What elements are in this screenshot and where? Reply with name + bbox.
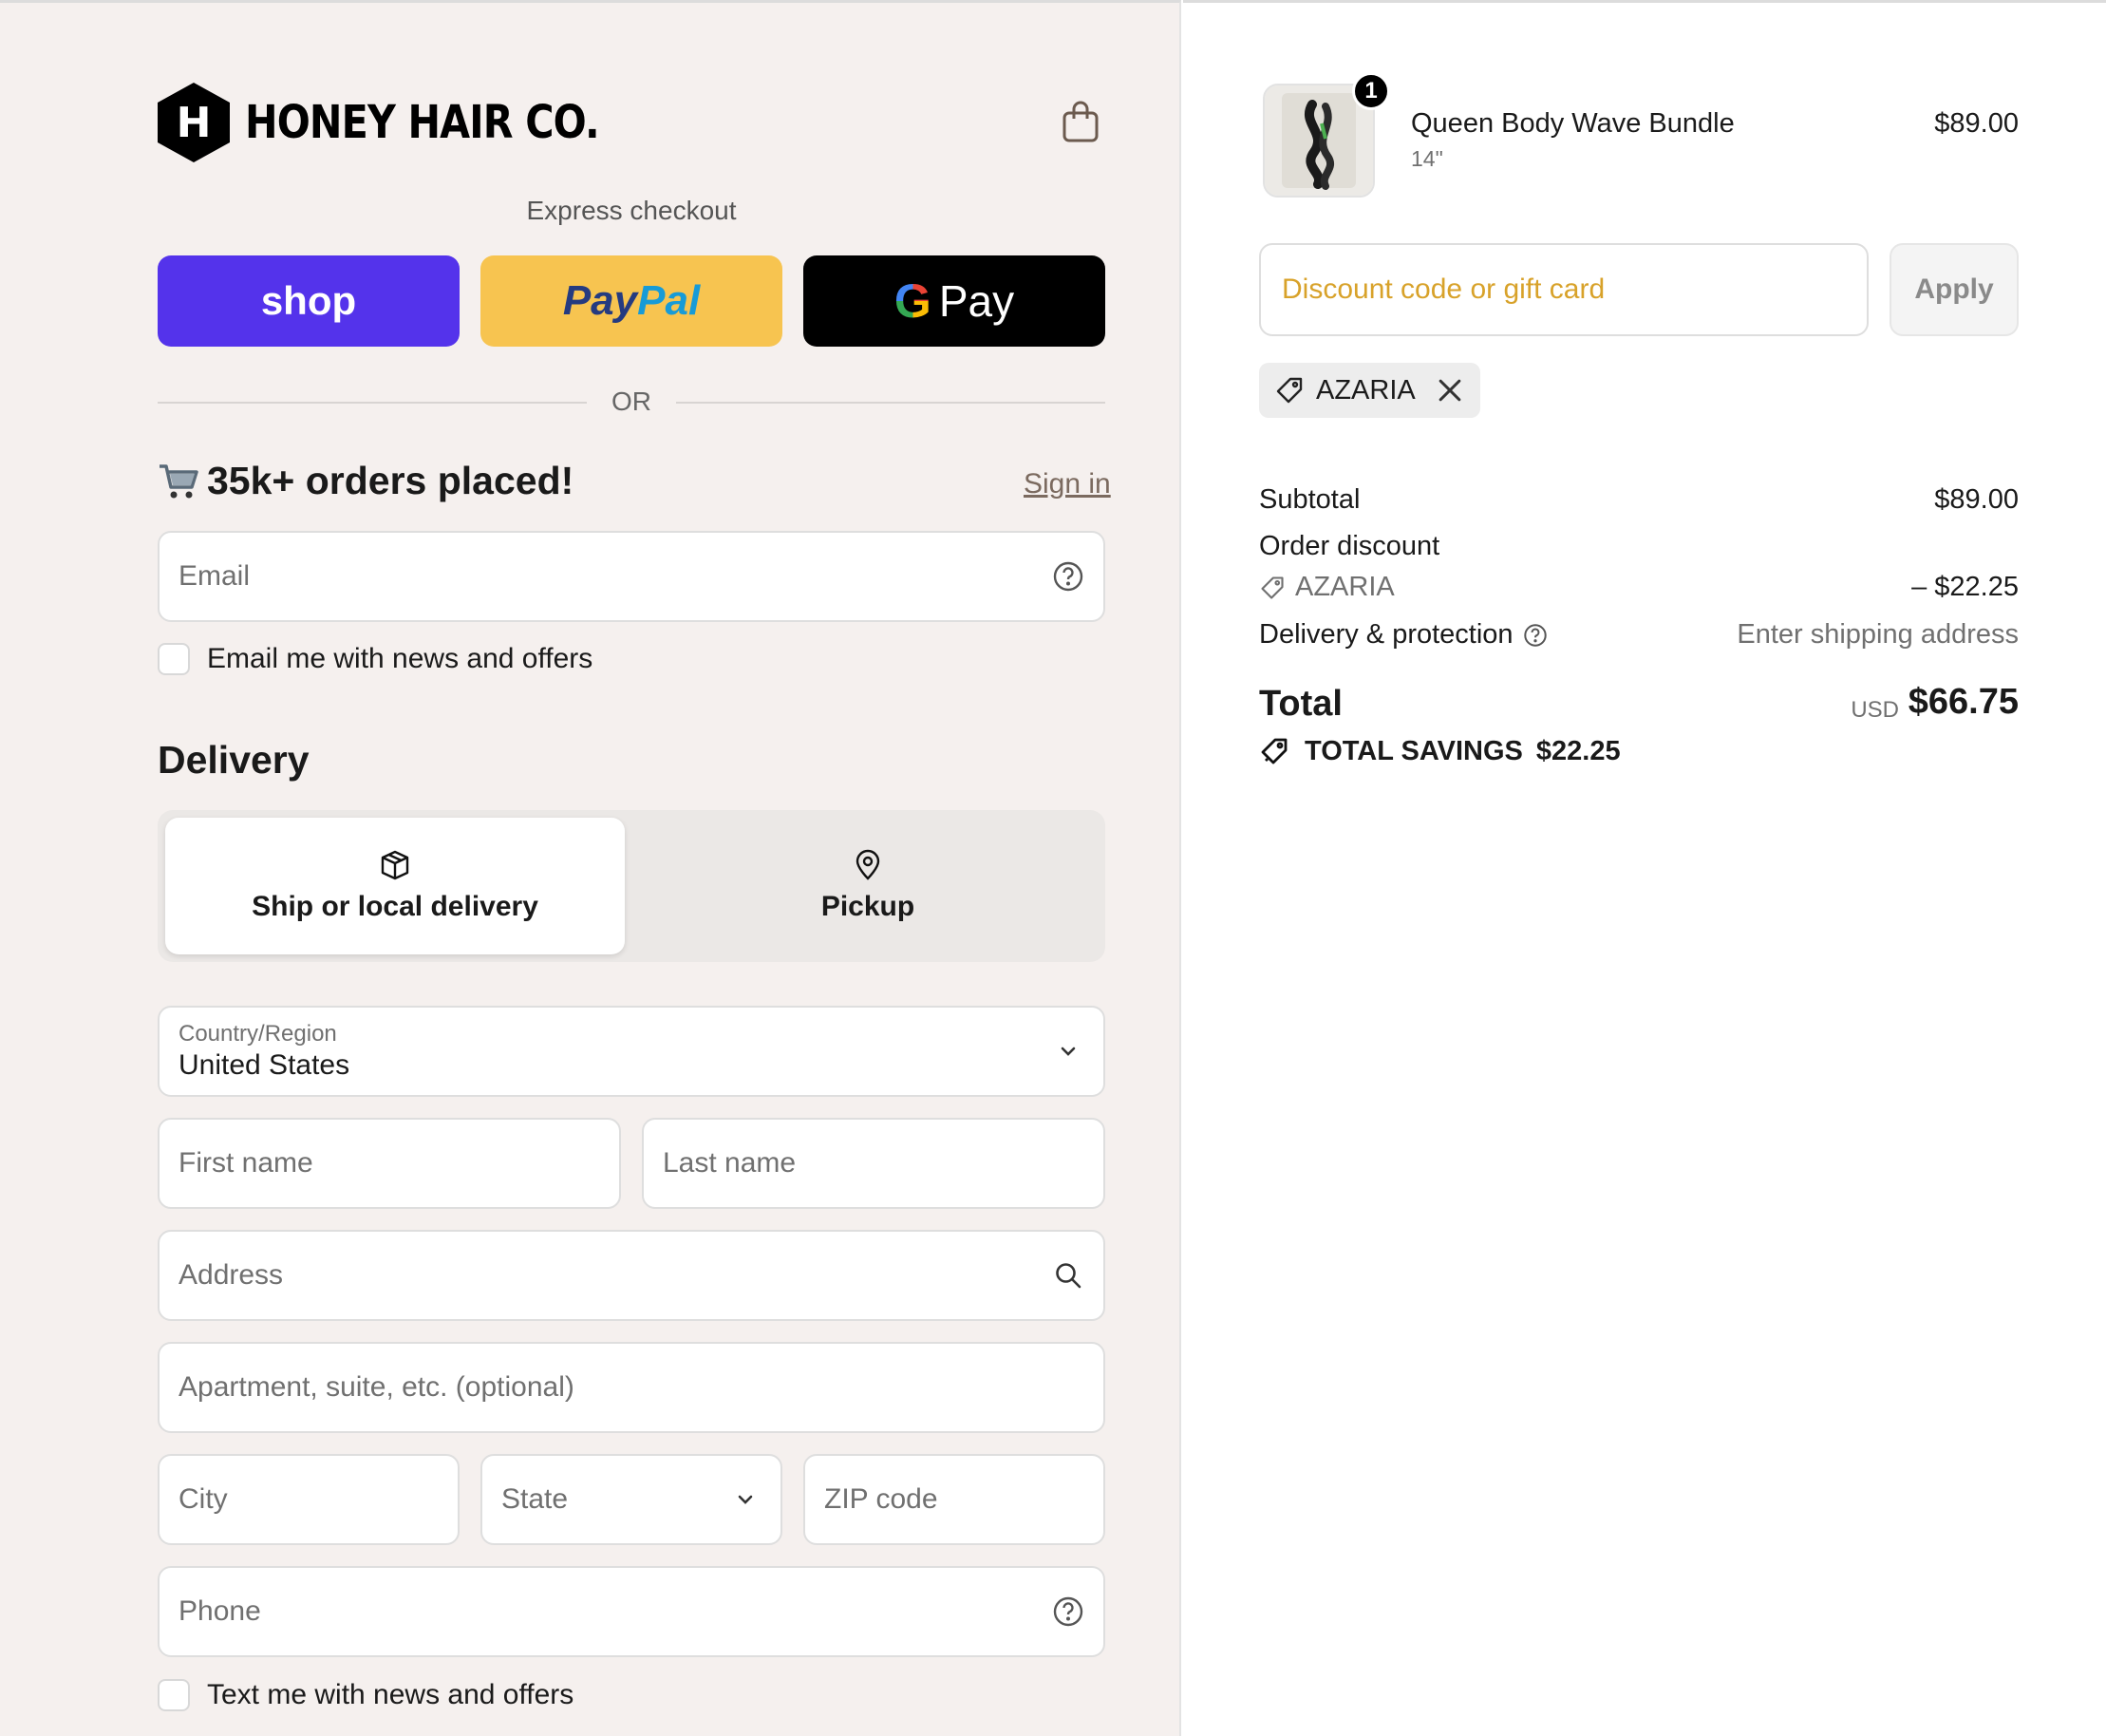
email-optin-checkbox[interactable] (158, 643, 190, 675)
chevron-down-icon (1061, 1047, 1076, 1056)
sms-optin-row[interactable]: Text me with news and offers (158, 1679, 574, 1711)
sign-in-link[interactable]: Sign in (1024, 468, 1111, 500)
total-savings-row: TOTAL SAVINGS $22.25 (1259, 735, 1621, 767)
delivery-value: Enter shipping address (1737, 619, 2019, 650)
email-optin-row[interactable]: Email me with news and offers (158, 643, 592, 675)
logo-hexagon: H (158, 83, 230, 162)
address-field[interactable]: Address (158, 1230, 1105, 1321)
apply-discount-button[interactable]: Apply (1890, 243, 2019, 336)
product-variant: 14" (1411, 146, 1443, 171)
or-divider-left (158, 402, 587, 404)
sms-optin-checkbox[interactable] (158, 1679, 190, 1711)
first-name-field[interactable]: First name (158, 1118, 621, 1209)
subtotal-value: $89.00 (1934, 484, 2019, 515)
checkout-form-panel: H HONEY HAIR CO. Express checkout shop P… (0, 0, 1181, 1736)
delivery-heading: Delivery (158, 738, 310, 782)
state-select[interactable]: State (480, 1454, 782, 1545)
product-price: $89.00 (1934, 108, 2019, 139)
help-circle-icon[interactable] (1052, 1595, 1084, 1628)
delivery-method-toggle: Ship or local delivery Pickup (158, 810, 1105, 962)
apartment-field[interactable]: Apartment, suite, etc. (optional) (158, 1342, 1105, 1433)
discount-code-input[interactable]: Discount code or gift card (1259, 243, 1869, 336)
tag-icon (1261, 738, 1288, 764)
zip-code-field[interactable]: ZIP code (803, 1454, 1105, 1545)
ship-option[interactable]: Ship or local delivery (165, 818, 625, 954)
applied-discount-chip: AZARIA (1259, 363, 1480, 418)
country-select[interactable]: Country/Region United States (158, 1006, 1105, 1097)
tag-icon (1276, 377, 1303, 404)
contact-heading: 35k+ orders placed! (158, 459, 574, 503)
or-divider-right (676, 402, 1105, 404)
email-field[interactable]: Email (158, 531, 1105, 622)
close-icon[interactable] (1435, 375, 1465, 406)
last-name-field[interactable]: Last name (642, 1118, 1105, 1209)
help-circle-icon[interactable] (1523, 623, 1548, 648)
brand-logo[interactable]: H HONEY HAIR CO. (158, 83, 656, 162)
phone-field[interactable]: Phone (158, 1566, 1105, 1657)
discount-code-row: AZARIA (1259, 572, 1395, 603)
delivery-protection-row: Delivery & protection (1259, 619, 1548, 651)
google-pay-button[interactable]: G Pay (803, 255, 1105, 347)
brand-name: HONEY HAIR CO. (245, 96, 600, 149)
chevron-down-icon (738, 1495, 753, 1504)
total-currency: USD (1851, 697, 1899, 723)
express-checkout-label: Express checkout (526, 196, 737, 225)
shopping-cart-icon (160, 463, 198, 498)
tag-icon (1261, 576, 1284, 599)
total-label: Total (1259, 684, 1343, 724)
paypal-button[interactable]: Pay Pal (480, 255, 782, 347)
pickup-option[interactable]: Pickup (638, 818, 1098, 954)
quantity-badge: 1 (1352, 72, 1390, 110)
discount-value: – $22.25 (1911, 572, 2019, 602)
shop-pay-button[interactable]: shop (158, 255, 460, 347)
location-pin-icon (856, 849, 880, 880)
order-discount-label: Order discount (1259, 531, 1440, 561)
package-icon (381, 850, 409, 880)
shopping-bag-icon[interactable] (1062, 100, 1100, 143)
total-value: $66.75 (1908, 682, 2019, 722)
subtotal-label: Subtotal (1259, 484, 1361, 515)
google-g-icon: G (893, 274, 931, 328)
city-field[interactable]: City (158, 1454, 460, 1545)
or-divider-label: OR (611, 387, 651, 416)
help-circle-icon[interactable] (1052, 560, 1084, 593)
product-name: Queen Body Wave Bundle (1411, 108, 1735, 139)
search-icon[interactable] (1052, 1259, 1084, 1292)
